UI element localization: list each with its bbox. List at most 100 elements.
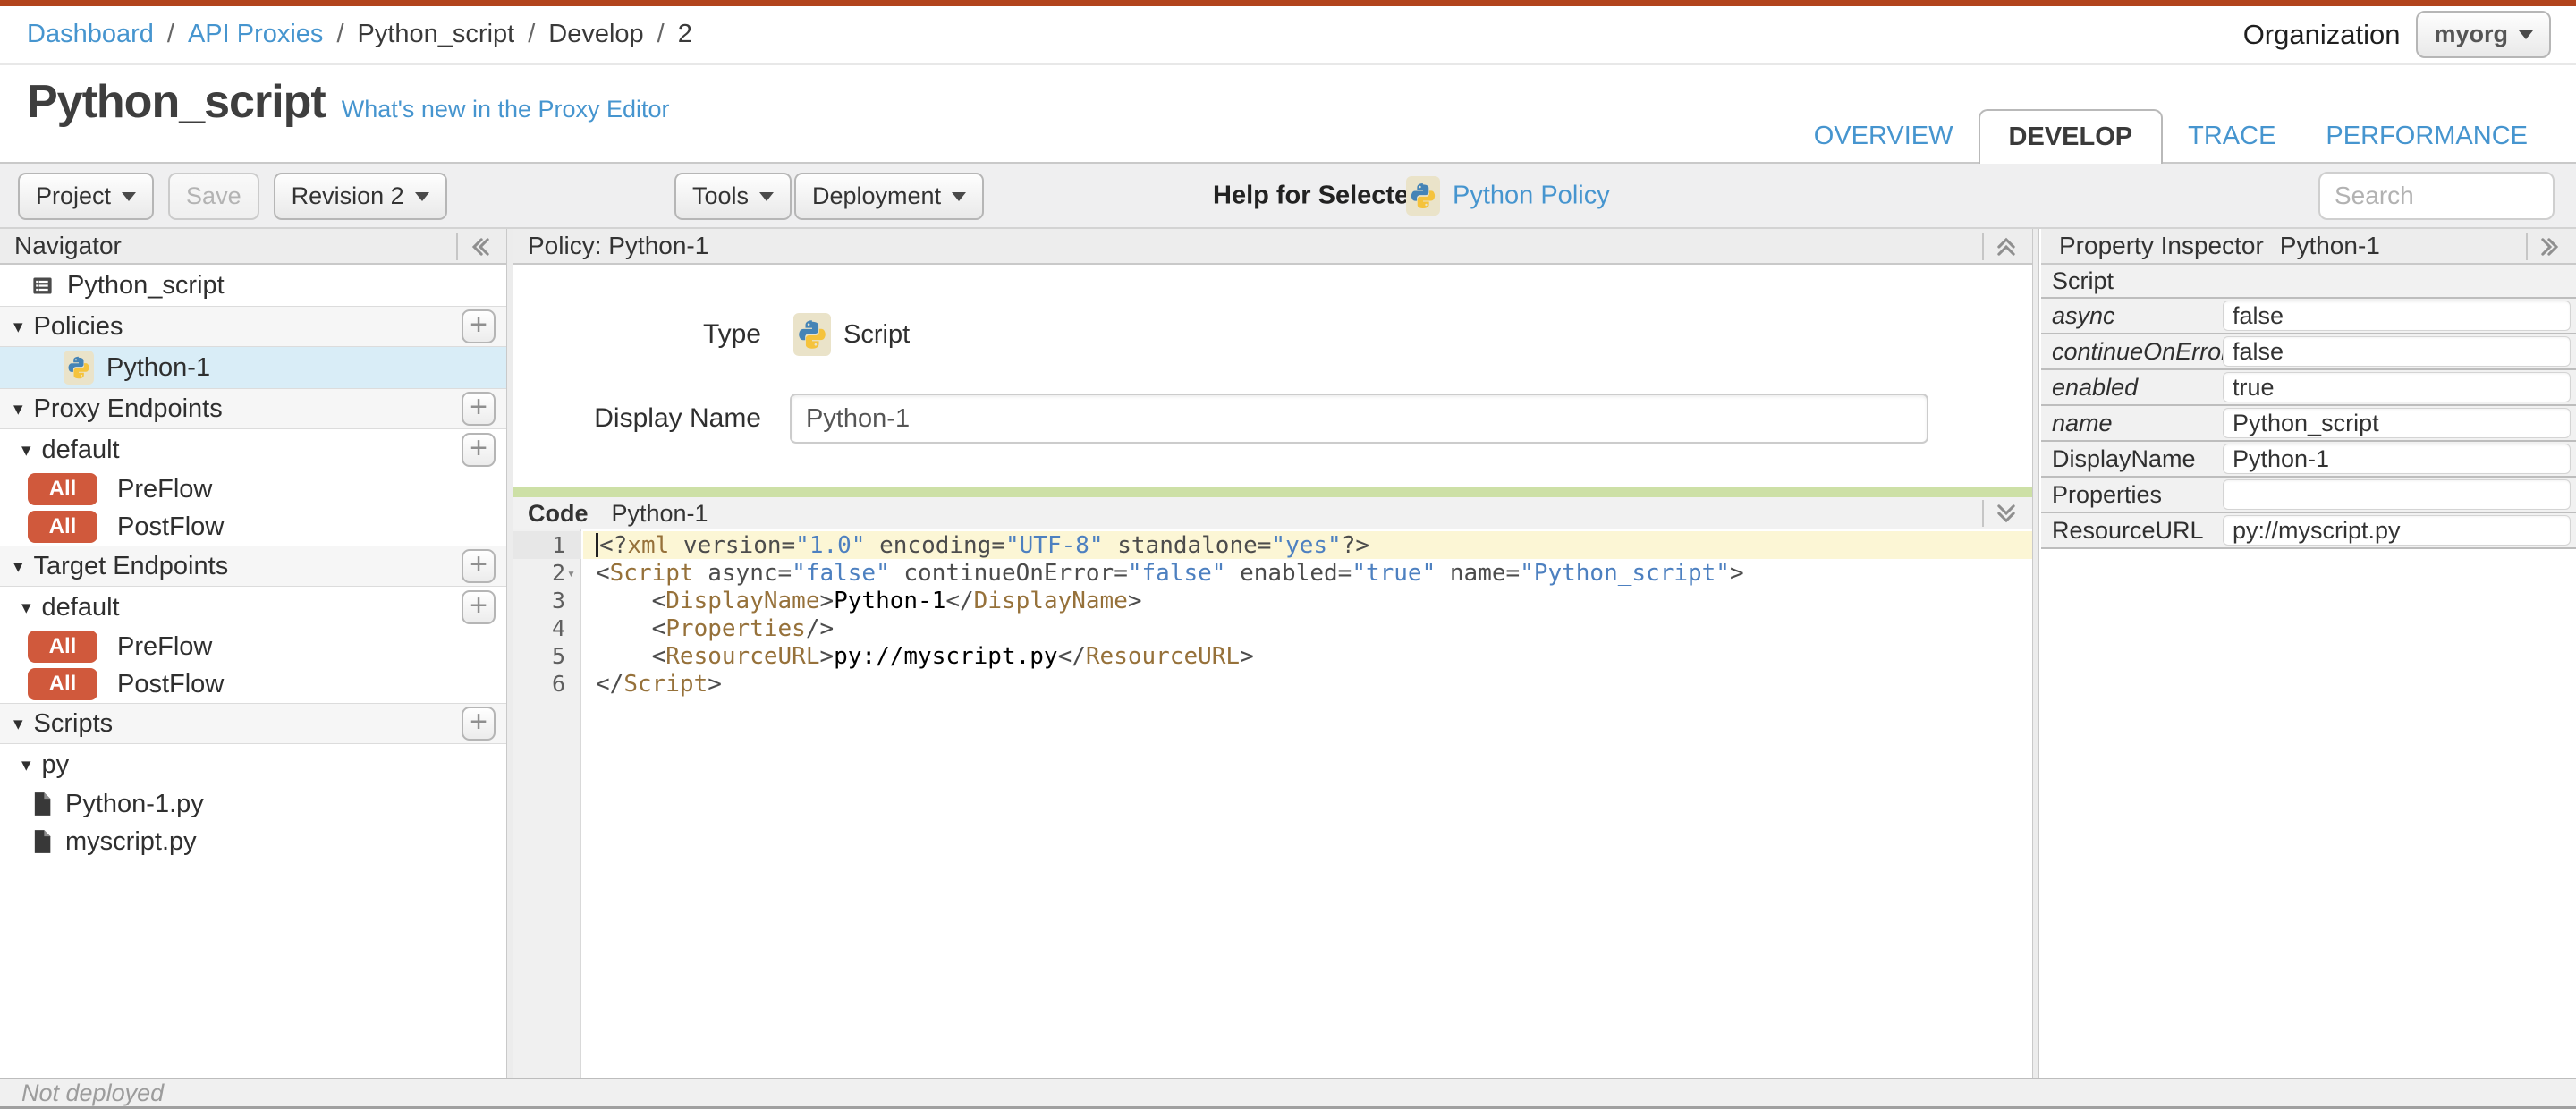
inspector-row-value[interactable]: false: [2223, 301, 2571, 331]
python-policy-help-link[interactable]: Python Policy: [1453, 181, 1610, 210]
tools-button-label: Tools: [692, 182, 750, 209]
nav-item-postflow[interactable]: All PostFlow: [0, 665, 506, 703]
code-token: continueOnError=: [889, 559, 1128, 587]
add-button[interactable]: +: [462, 707, 496, 741]
nav-item-myscript-py[interactable]: myscript.py: [0, 823, 506, 860]
code-panel-splitter[interactable]: [513, 487, 2032, 497]
breadcrumb-item-api-proxies[interactable]: API Proxies: [188, 20, 324, 48]
whats-new-link[interactable]: What's new in the Proxy Editor: [342, 96, 670, 123]
file-icon: [31, 829, 53, 854]
tools-button[interactable]: Tools: [674, 173, 792, 220]
add-button[interactable]: +: [462, 309, 496, 343]
inspector-row-value[interactable]: py://myscript.py: [2223, 515, 2571, 546]
tab-performance[interactable]: PERFORMANCE: [2301, 122, 2553, 151]
inspector-rows: async false continueOnError false enabled tru…: [2041, 299, 2576, 549]
python-icon: [1406, 175, 1440, 216]
code-token: py://myscript.py: [834, 642, 1058, 670]
chevrons-left-icon[interactable]: [462, 232, 499, 262]
display-name-label: Display Name: [594, 403, 761, 433]
nav-item-label: Target Endpoints: [33, 551, 229, 580]
breadcrumb-separator: /: [336, 20, 344, 48]
line-number: 1: [513, 531, 581, 559]
python-icon: [64, 351, 94, 385]
code-line-content: < ResourceURL > py://myscript.py </ResourceU…: [583, 642, 2032, 670]
display-name-row: Display Name: [513, 394, 1928, 444]
nav-item-default[interactable]: ▾ default +: [0, 429, 506, 470]
nav-item-default[interactable]: ▾ default +: [0, 587, 506, 628]
tab-develop[interactable]: DEVELOP: [1978, 109, 2164, 164]
nav-item-python-1-py[interactable]: Python-1.py: [0, 785, 506, 823]
inspector-splitter[interactable]: [2032, 229, 2039, 1078]
code-line-3[interactable]: 3 < DisplayName > Python-1 </DisplayName >: [513, 587, 2032, 614]
divider: [0, 63, 2576, 65]
breadcrumb-separator: /: [528, 20, 536, 48]
line-number: 3: [551, 588, 565, 614]
code-token: "yes": [1271, 531, 1342, 559]
code-token: </: [945, 587, 974, 614]
inspector-row-value[interactable]: Python-1: [2223, 444, 2571, 474]
inspector-row-value[interactable]: [2223, 479, 2571, 510]
add-button[interactable]: +: [462, 590, 496, 624]
breadcrumb-separator: /: [657, 20, 665, 48]
code-line-content: < Properties/>: [583, 614, 2032, 642]
breadcrumb-item-dashboard[interactable]: Dashboard: [27, 20, 154, 48]
nav-item-label: PostFlow: [117, 512, 225, 541]
code-line-2[interactable]: 2 ▾ < Script async= "false" continueOnError=…: [513, 559, 2032, 587]
navigator-splitter[interactable]: [506, 229, 513, 1078]
add-button[interactable]: +: [462, 549, 496, 583]
caret-down-icon: ▾: [13, 398, 23, 419]
navigator-tree: Python_script ▾ Policies + Python-1 ▾ Proxy En…: [0, 265, 506, 860]
code-editor[interactable]: 1 <? xml version= "1.0" encoding= "UTF-8" st…: [513, 529, 2032, 1078]
inspector-row-label: continueOnError: [2052, 337, 2230, 365]
code-token: standalone=: [1103, 531, 1272, 559]
save-button[interactable]: Save: [168, 173, 259, 220]
nav-item-postflow[interactable]: All PostFlow: [0, 508, 506, 546]
code-token: ResourceURL: [665, 642, 820, 670]
inspector-row-value[interactable]: true: [2223, 372, 2571, 402]
search-input[interactable]: [2318, 172, 2555, 220]
nav-item-label: PostFlow: [117, 669, 225, 698]
proxy-overview-icon: [30, 274, 55, 298]
display-name-input[interactable]: [790, 394, 1928, 444]
chevron-down-icon: [2519, 30, 2533, 39]
deployment-button[interactable]: Deployment: [794, 173, 985, 220]
code-line-6[interactable]: 6 </Script >: [513, 670, 2032, 698]
add-button[interactable]: +: [462, 433, 496, 467]
chevrons-down-icon[interactable]: [1987, 498, 2025, 529]
chevrons-up-icon[interactable]: [1987, 232, 2025, 262]
add-button[interactable]: +: [462, 392, 496, 426]
nav-item-preflow[interactable]: All PreFlow: [0, 470, 506, 508]
organization-dropdown[interactable]: myorg: [2416, 11, 2551, 58]
code-token: <?: [599, 531, 628, 559]
help-for-selected-label: Help for Selected: [1213, 181, 1425, 209]
code-line-4[interactable]: 4 < Properties/>: [513, 614, 2032, 642]
policy-header: Policy: Python-1: [513, 229, 2032, 265]
tab-trace[interactable]: TRACE: [2163, 122, 2301, 151]
divider: [1982, 233, 1984, 260]
nav-item-python-1[interactable]: Python-1: [0, 347, 506, 388]
tab-overview[interactable]: OVERVIEW: [1789, 122, 1979, 151]
nav-item-scripts[interactable]: ▾ Scripts +: [0, 703, 506, 744]
code-line-content: < DisplayName > Python-1 </DisplayName >: [583, 587, 2032, 614]
inspector-row-value[interactable]: Python_script: [2223, 408, 2571, 438]
code-token: >: [1240, 642, 1254, 670]
nav-item-py[interactable]: ▾ py: [0, 744, 506, 785]
apigee-proxy-editor: Dashboard / API Proxies / Python_script / Deve…: [0, 0, 2576, 1109]
project-button[interactable]: Project: [18, 173, 155, 220]
revision-button[interactable]: Revision 2: [273, 173, 447, 220]
code-line-1[interactable]: 1 <? xml version= "1.0" encoding= "UTF-8" st…: [513, 531, 2032, 559]
fold-toggle[interactable]: ▾: [567, 559, 581, 587]
code-line-5[interactable]: 5 < ResourceURL > py://myscript.py </Resourc…: [513, 642, 2032, 670]
code-lines: 1 <? xml version= "1.0" encoding= "UTF-8" st…: [513, 531, 2032, 698]
nav-item-target-endpoints[interactable]: ▾ Target Endpoints +: [0, 546, 506, 587]
nav-item-proxy-endpoints[interactable]: ▾ Proxy Endpoints +: [0, 388, 506, 429]
chevrons-right-icon[interactable]: [2531, 232, 2569, 262]
nav-item-python-script[interactable]: Python_script: [0, 265, 506, 306]
inspector-row-label: ResourceURL: [2052, 516, 2204, 544]
inspector-row-value[interactable]: false: [2223, 336, 2571, 367]
nav-item-preflow[interactable]: All PreFlow: [0, 628, 506, 665]
inspector-row-label: DisplayName: [2052, 444, 2196, 472]
nav-item-label: Python-1.py: [65, 789, 204, 818]
nav-item-policies[interactable]: ▾ Policies +: [0, 306, 506, 347]
